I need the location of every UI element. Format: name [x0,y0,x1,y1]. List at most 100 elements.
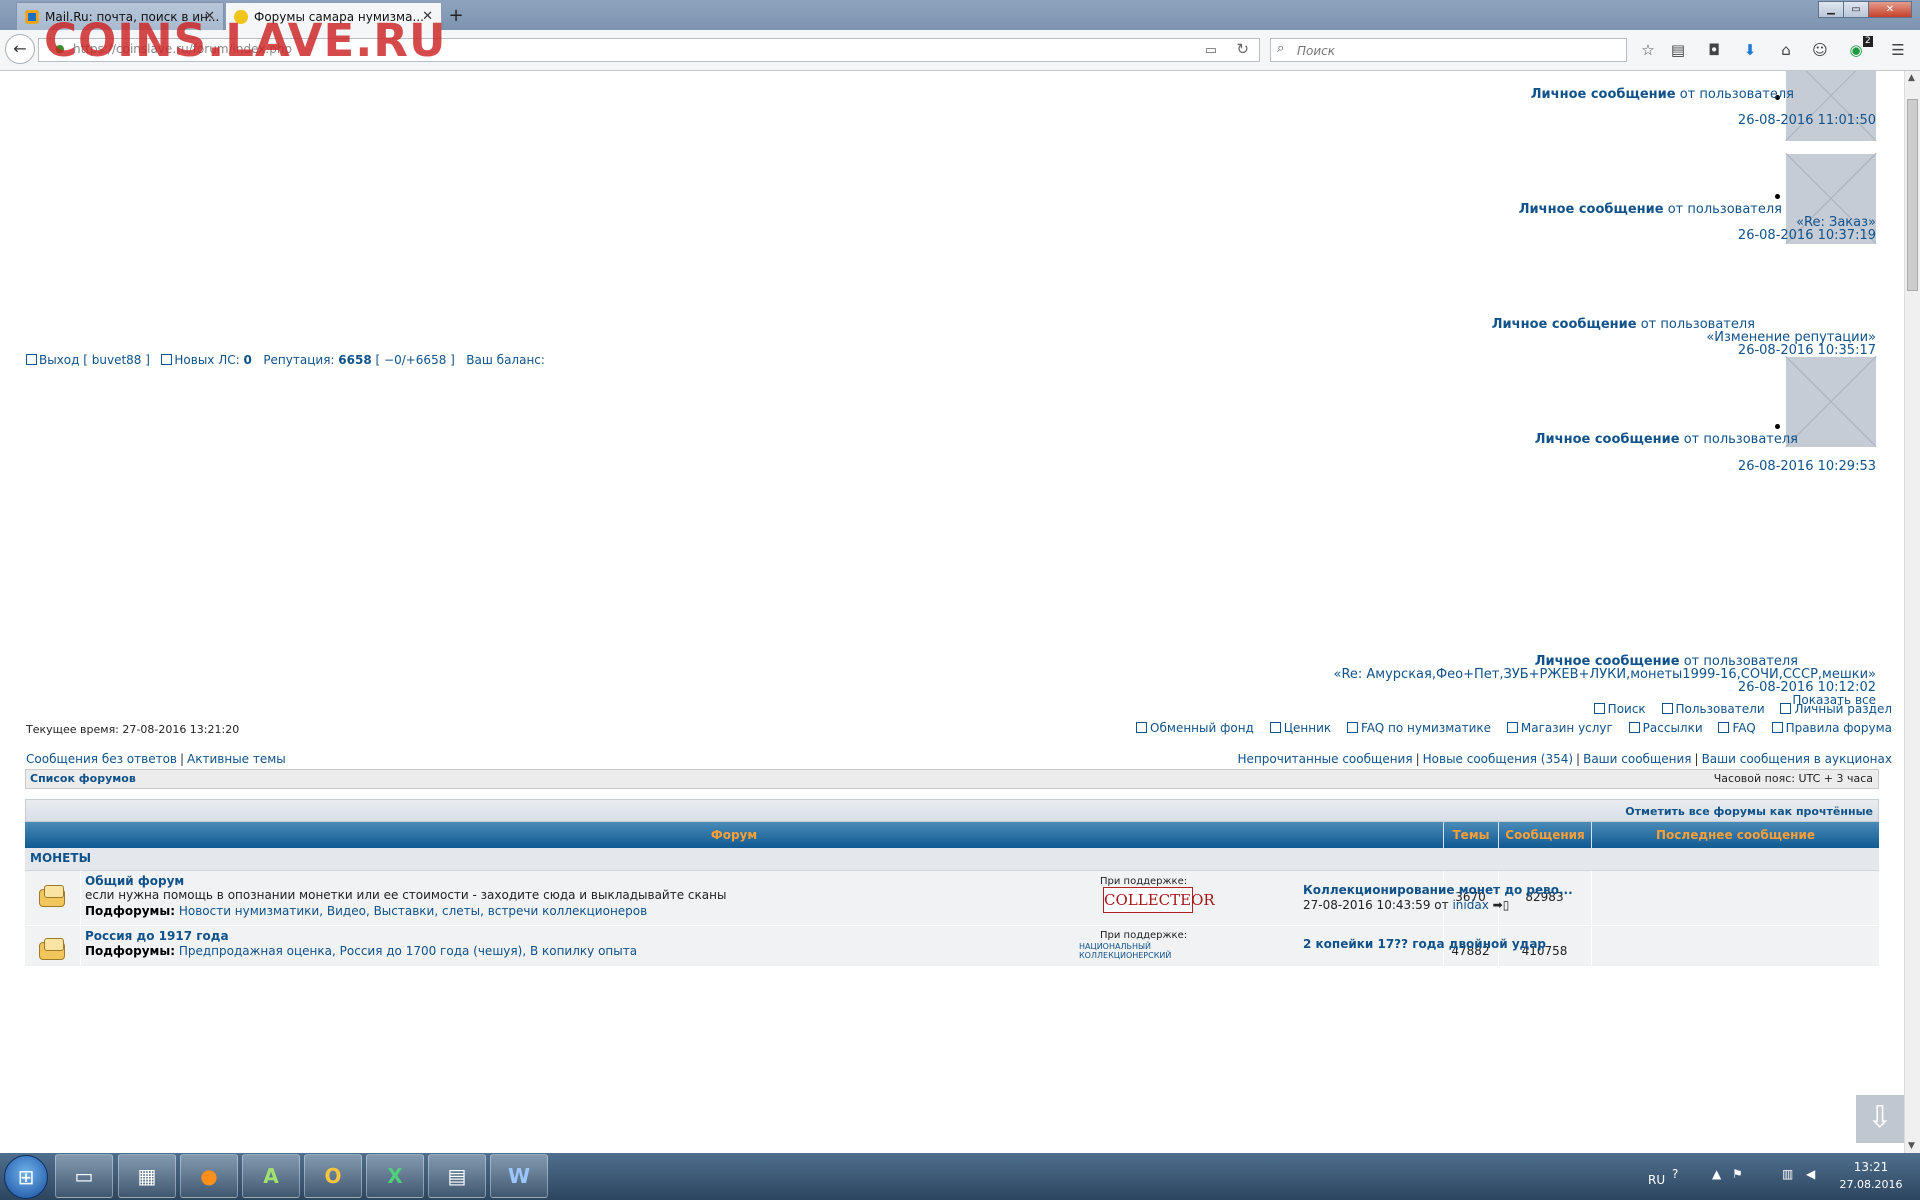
pm-label: Личное сообщение [1491,317,1637,332]
download-icon[interactable]: ⬇ [1740,40,1760,60]
own-posts-link[interactable]: Ваши сообщения [1583,752,1691,766]
volume-icon[interactable]: ◀ [1806,1167,1815,1181]
new-pm-label[interactable]: Новых ЛС: [174,353,239,367]
menu-icon[interactable]: ☰ [1888,40,1908,60]
mailing-link[interactable]: Рассылки [1628,721,1703,735]
forum-row: Общий форум если нужна помощь в опознани… [25,871,1879,926]
network-icon[interactable]: ▥ [1782,1167,1793,1181]
forum-row: Россия до 1917 года Подфорумы: Предпрода… [25,926,1879,967]
new-pm-count: 0 [243,353,252,367]
subforum-link[interactable]: В копилку опыта [530,944,637,958]
unread-link[interactable]: Непрочитанные сообщения [1238,752,1413,766]
sponsor-logo[interactable]: COLLECTEOR [1103,887,1215,913]
pm-avatar-placeholder [1786,71,1876,141]
new-tab-button[interactable]: + [444,4,468,28]
clock-time[interactable]: 13:21 [1841,1160,1901,1174]
balance-label[interactable]: Ваш баланс: [466,353,545,367]
explorer-taskbar-icon[interactable]: ▭ [55,1154,113,1198]
pm-item[interactable]: Личное сообщение от пользователя [1531,87,1794,102]
price-link[interactable]: Ценник [1269,721,1331,735]
header-posts: Сообщения [1498,822,1591,848]
start-button[interactable]: ⊞ [4,1155,48,1199]
excel-taskbar-icon[interactable]: X [366,1154,424,1198]
sponsor-logo[interactable]: НАЦИОНАЛЬНЫЙ КОЛЛЕКЦИОНЕРСКИЙ [1079,942,1179,960]
faq-numismatics-link[interactable]: FAQ по нумизматике [1346,721,1491,735]
language-indicator[interactable]: RU [1648,1173,1665,1187]
last-post-meta: 27-08-2016 10:43:59 от inidax ➡▯ [1303,898,1509,912]
reputation-detail[interactable]: [ −0/+6658 ] [376,353,455,367]
rules-link[interactable]: Правила форума [1771,721,1892,735]
bookmarks-list-icon[interactable]: ▤ [1668,40,1688,60]
goto-last-post-icon[interactable]: ➡▯ [1493,898,1510,912]
search-bar[interactable]: ⌕ [1270,38,1627,62]
watermark: COINS.LAVE.RU [44,14,447,67]
forum-title[interactable]: Общий форум [85,874,184,888]
last-post-by: от [1434,898,1449,912]
close-window-button[interactable]: ✕ [1868,1,1912,18]
last-post-user[interactable]: inidax [1452,898,1488,912]
subforum-link[interactable]: Видео [327,904,366,918]
faq-link[interactable]: FAQ [1718,721,1756,735]
android-studio-taskbar-icon[interactable]: A [242,1154,300,1198]
mark-all-read-link[interactable]: Отметить все форумы как прочтённые [1625,805,1873,818]
pm-from: от пользователя [1683,432,1798,447]
category-name[interactable]: МОНЕТЫ [30,851,91,865]
active-topics-link[interactable]: Активные темы [187,752,286,766]
link-label: FAQ [1732,721,1756,735]
tray-expand-icon[interactable]: ▲ [1712,1167,1721,1181]
pm-item[interactable]: Личное сообщение от пользователя [1519,202,1782,217]
subforum-link[interactable]: Россия до 1700 года (чешуя) [340,944,523,958]
new-posts-link[interactable]: Новые сообщения (354) [1423,752,1573,766]
pm-date: 26-08-2016 11:01:50 [1737,113,1876,128]
subforum-link[interactable]: Новости нумизматики [179,904,319,918]
shop-link[interactable]: Магазин услуг [1506,721,1613,735]
own-auction-posts-link[interactable]: Ваши сообщения в аукционах [1702,752,1892,766]
scroll-down-button[interactable]: ⇩ [1856,1095,1904,1143]
minimize-button[interactable]: ▁ [1818,1,1844,18]
pm-item[interactable]: Личное сообщение от пользователя [1535,432,1798,447]
vertical-scrollbar[interactable]: ▲ ▼ [1904,71,1920,1153]
subforum-link[interactable]: Выставки, слеты, встречи коллекционеров [374,904,648,918]
search-input[interactable] [1295,41,1619,61]
header-forum: Форум [710,828,758,842]
maximize-button[interactable]: ▭ [1843,1,1869,18]
subforum-link[interactable]: Предпродажная оценка [179,944,332,958]
scroll-down-arrow-icon[interactable]: ▼ [1908,1141,1915,1151]
last-post-title[interactable]: Коллекционирование монет до рево... [1303,883,1573,897]
unanswered-link[interactable]: Сообщения без ответов [26,752,177,766]
reputation-value: 6658 [338,353,372,367]
reader-view-icon[interactable]: ▭ [1205,43,1217,58]
quick-links: Обменный фонд Ценник FAQ по нумизматике … [1124,721,1892,735]
bookmark-star-icon[interactable]: ☆ [1638,40,1658,60]
forum-table-header: Форум Темы Сообщения Последнее сообщение [25,822,1879,848]
firefox-taskbar-icon[interactable]: ● [180,1154,238,1198]
app-taskbar-icon[interactable]: ▦ [118,1154,176,1198]
flag-icon[interactable]: ⚑ [1732,1167,1743,1181]
last-post-title[interactable]: 2 копейки 17?? года двойной удар [1303,937,1546,951]
pocket-icon[interactable]: ◘ [1704,40,1724,60]
reload-icon[interactable]: ↻ [1236,40,1249,58]
ucp-link[interactable]: Личный раздел [1780,702,1892,716]
logout-link[interactable]: Выход [ buvet88 ] [39,353,150,367]
scrollbar-thumb[interactable] [1907,99,1918,291]
outlook-taskbar-icon[interactable]: O [304,1154,362,1198]
clock-date[interactable]: 27.08.2016 [1836,1178,1906,1191]
home-icon[interactable]: ⌂ [1776,40,1796,60]
exchange-link[interactable]: Обменный фонд [1136,721,1254,735]
header-last-post: Последнее сообщение [1591,822,1879,848]
word-taskbar-icon[interactable]: W [490,1154,548,1198]
sponsor-label: При поддержке: [1100,876,1188,887]
breadcrumb-bar: Список форумов Часовой пояс: UTC + 3 час… [25,769,1879,789]
reputation-label: Репутация: [263,353,335,367]
back-button[interactable]: ← [5,34,35,64]
subforums: Подфорумы: Предпродажная оценка, Россия … [85,944,638,958]
members-link[interactable]: Пользователи [1661,702,1765,716]
search-link[interactable]: Поиск [1593,702,1646,716]
quick-links-top: Поиск Пользователи Личный раздел [1582,702,1892,716]
scroll-up-arrow-icon[interactable]: ▲ [1908,73,1915,83]
breadcrumb[interactable]: Список форумов [30,772,136,785]
help-icon[interactable]: ? [1672,1167,1678,1181]
chat-icon[interactable]: ☺ [1810,40,1830,60]
calculator-taskbar-icon[interactable]: ▤ [428,1154,486,1198]
forum-title[interactable]: Россия до 1917 года [85,929,229,943]
